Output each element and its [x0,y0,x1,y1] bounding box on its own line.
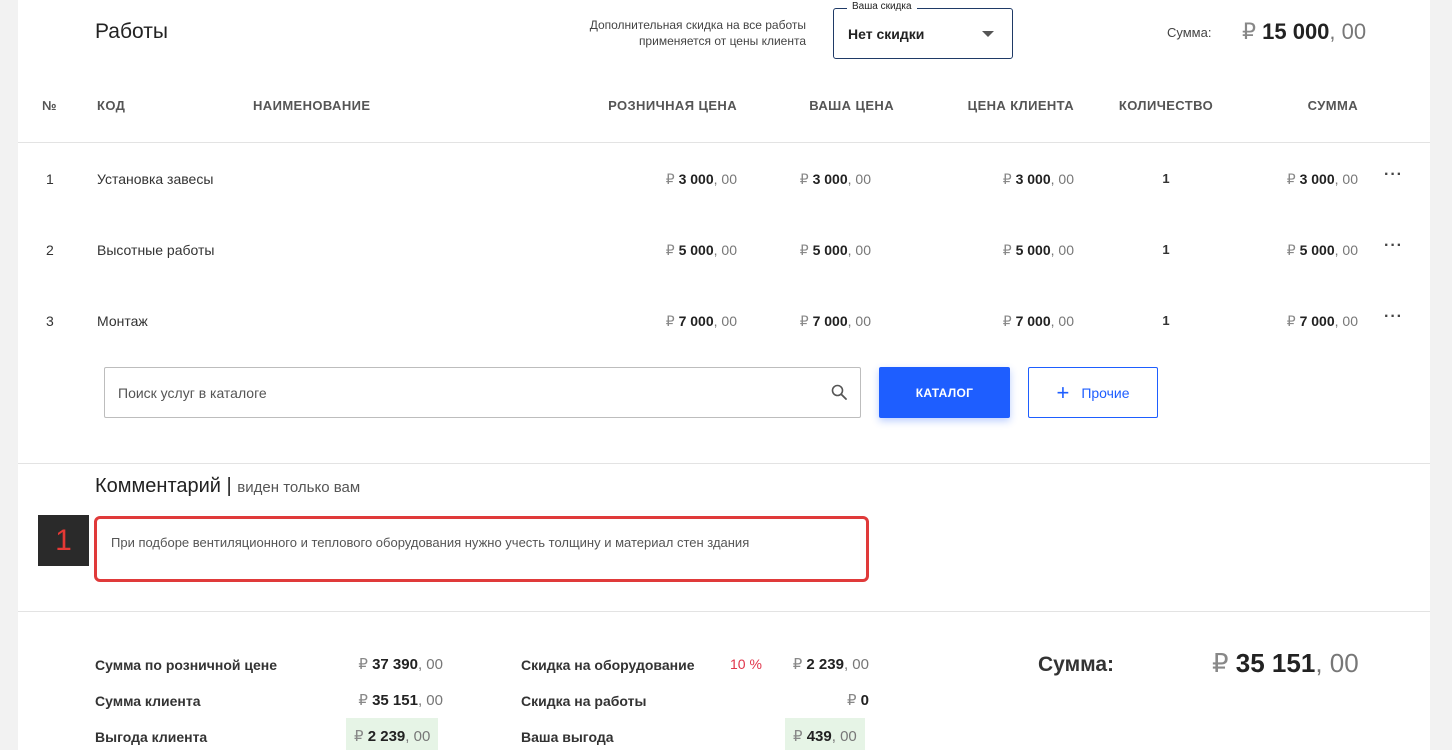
header-sum-label: Сумма: [1167,25,1212,40]
client-benefit-value: ₽ 2 239, 00 [346,718,439,750]
catalog-button[interactable]: КАТАЛОГ [879,367,1010,418]
equipment-discount-value: ₽ 2 239, 00 [792,656,869,673]
col-num: № [42,98,57,113]
your-benefit-value: ₽ 439, 00 [785,718,865,750]
equipment-discount-label: Скидка на оборудование [521,657,695,673]
client-sum-value: ₽ 35 151, 00 [358,692,443,709]
col-sum: СУММА [1307,98,1358,113]
row-menu-icon[interactable]: ··· [1384,237,1403,255]
client-benefit-label: Выгода клиента [95,729,208,745]
other-button[interactable]: + Прочие [1028,367,1158,418]
col-retail: РОЗНИЧНАЯ ЦЕНА [608,98,737,113]
client-sum-label: Сумма клиента [95,693,201,709]
retail-sum-value: ₽ 37 390, 00 [358,656,443,673]
search-input[interactable] [104,367,861,418]
header-sum-value: ₽ 15 000, 00 [1242,19,1367,44]
row-menu-icon[interactable]: ··· [1384,308,1403,326]
discount-note: Дополнительная скидка на все работы прим… [589,18,806,48]
discount-select[interactable]: Ваша скидка Нет скидки [833,1,1013,59]
your-benefit-label: Ваша выгода [521,729,614,745]
other-button-label: Прочие [1081,384,1130,401]
summary-divider [18,611,1430,612]
comment-textarea[interactable]: При подборе вентиляционного и теплового … [94,516,869,582]
total-sum-label: Сумма: [1038,653,1115,676]
comment-title: Комментарий | виден только вам [95,475,361,497]
works-discount-value: ₽ 0 [846,692,869,709]
search-icon[interactable] [831,384,847,400]
total-sum-value: ₽ 35 151, 00 [1212,648,1359,678]
discount-select-label: Ваша скидка [847,1,917,12]
annotation-badge: 1 [38,515,89,566]
page-title: Работы [95,20,168,43]
retail-sum-label: Сумма по розничной цене [95,657,278,673]
row-menu-icon[interactable]: ··· [1384,166,1403,184]
discount-select-value: Нет скидки [848,26,925,42]
col-code: КОД [97,98,126,113]
plus-icon: + [1056,379,1070,405]
works-panel: Работы Дополнительная скидка на все рабо… [18,0,1430,750]
col-client: ЦЕНА КЛИЕНТА [967,98,1074,113]
section-divider [18,463,1430,464]
col-qty: КОЛИЧЕСТВО [1118,98,1214,113]
table-header-divider [18,142,1430,143]
caret-down-icon [982,31,994,37]
col-yours: ВАША ЦЕНА [809,98,894,113]
works-discount-label: Скидка на работы [521,693,647,709]
equipment-discount-percent: 10 % [730,656,762,672]
col-name: НАИМЕНОВАНИЕ [253,98,371,113]
